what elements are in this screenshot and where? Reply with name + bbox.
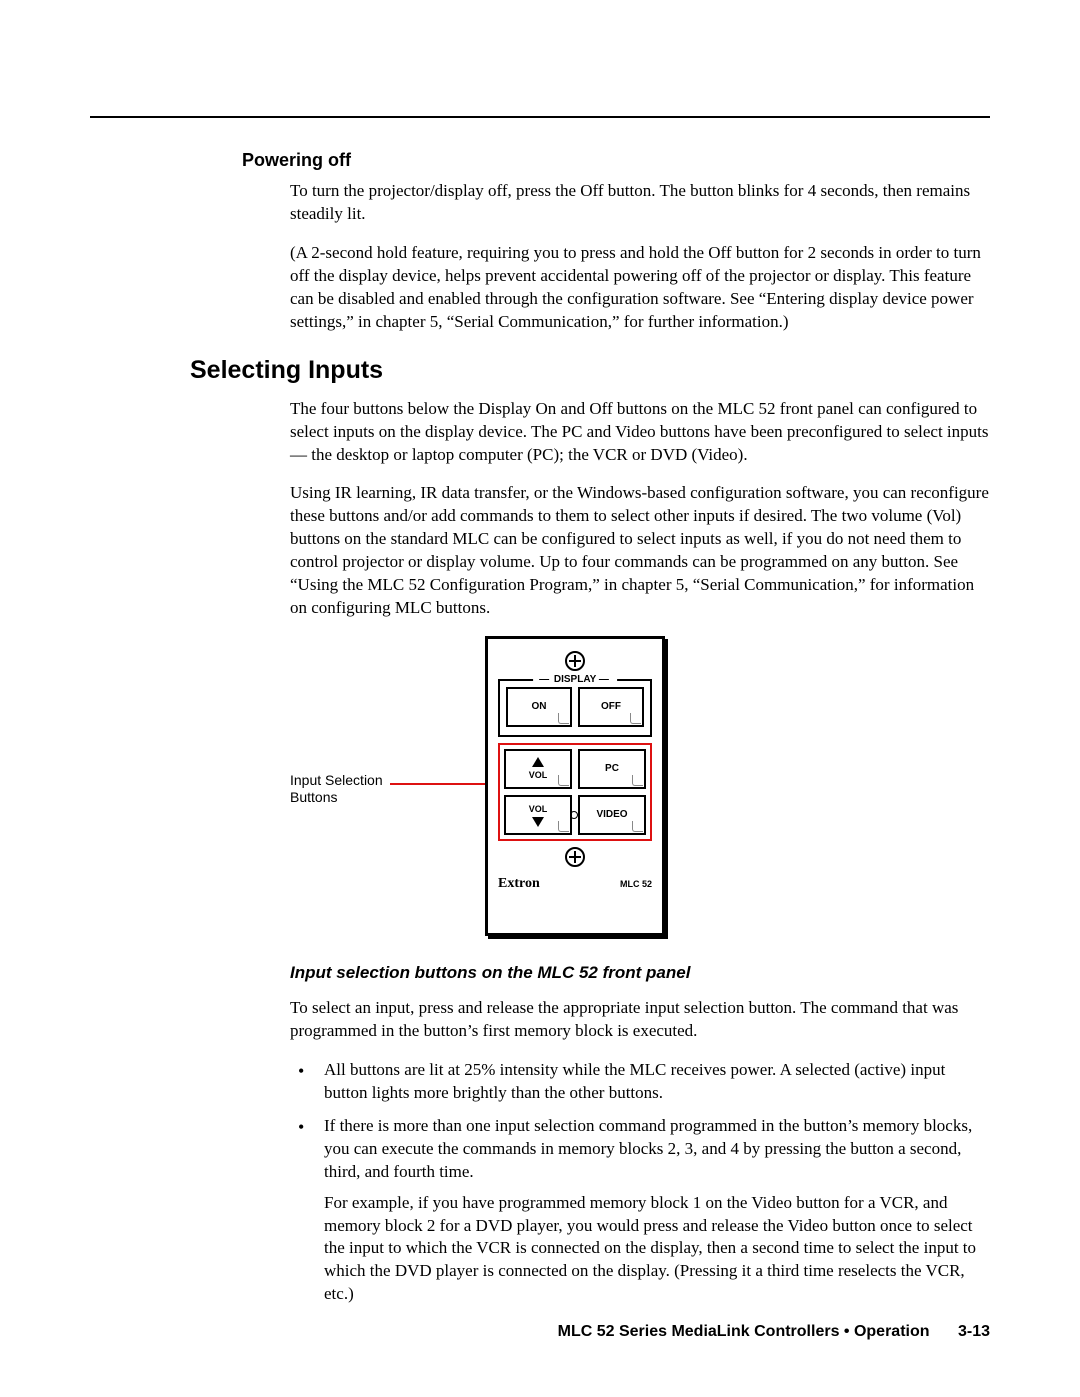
off-button[interactable]: OFF xyxy=(578,687,644,727)
arrow-up-icon xyxy=(532,757,544,767)
screw-icon xyxy=(565,651,585,671)
body-text: (A 2-second hold feature, requiring you … xyxy=(290,242,990,334)
ir-receiver-icon xyxy=(570,811,578,819)
mlc52-front-panel: — DISPLAY — ON OFF VOL PC VOL xyxy=(485,636,665,936)
video-button[interactable]: VIDEO xyxy=(578,795,646,835)
bullet-list: All buttons are lit at 25% intensity whi… xyxy=(290,1059,990,1306)
list-item: If there is more than one input selectio… xyxy=(290,1115,990,1307)
list-item: All buttons are lit at 25% intensity whi… xyxy=(290,1059,990,1105)
body-text: To select an input, press and release th… xyxy=(290,997,990,1043)
model-label: MLC 52 xyxy=(620,878,652,890)
page: Powering off To turn the projector/displ… xyxy=(0,0,1080,1397)
figure-mlc52-panel: Input Selection Buttons — DISPLAY — ON O… xyxy=(290,636,990,946)
page-number: 3-13 xyxy=(958,1323,990,1340)
screw-icon xyxy=(565,847,585,867)
volume-up-button[interactable]: VOL xyxy=(504,749,572,789)
top-rule xyxy=(90,116,990,118)
display-group-label: — DISPLAY — xyxy=(533,673,617,687)
body-text: The four buttons below the Display On an… xyxy=(290,398,990,467)
display-label-text: DISPLAY xyxy=(554,674,596,685)
footer-title: MLC 52 Series MediaLink Controllers • Op… xyxy=(558,1323,930,1340)
body-text: To turn the projector/display off, press… xyxy=(290,180,990,226)
callout-leader-line xyxy=(390,783,495,785)
arrow-down-icon xyxy=(532,817,544,827)
callout-input-selection-buttons: Input Selection Buttons xyxy=(290,772,383,806)
body-text: Using IR learning, IR data transfer, or … xyxy=(290,482,990,620)
heading-selecting-inputs: Selecting Inputs xyxy=(190,354,990,388)
on-button[interactable]: ON xyxy=(506,687,572,727)
panel-branding: Extron MLC 52 xyxy=(498,875,652,894)
brand-label: Extron xyxy=(498,875,540,894)
subhead-powering-off: Powering off xyxy=(242,148,990,172)
input-selection-group: VOL PC VOL VIDEO xyxy=(498,743,652,841)
volume-down-button[interactable]: VOL xyxy=(504,795,572,835)
display-button-group: — DISPLAY — ON OFF xyxy=(498,679,652,737)
page-footer: MLC 52 Series MediaLink Controllers • Op… xyxy=(558,1321,990,1343)
figure-caption: Input selection buttons on the MLC 52 fr… xyxy=(290,962,990,985)
body-text: For example, if you have programmed memo… xyxy=(324,1192,990,1307)
pc-button[interactable]: PC xyxy=(578,749,646,789)
